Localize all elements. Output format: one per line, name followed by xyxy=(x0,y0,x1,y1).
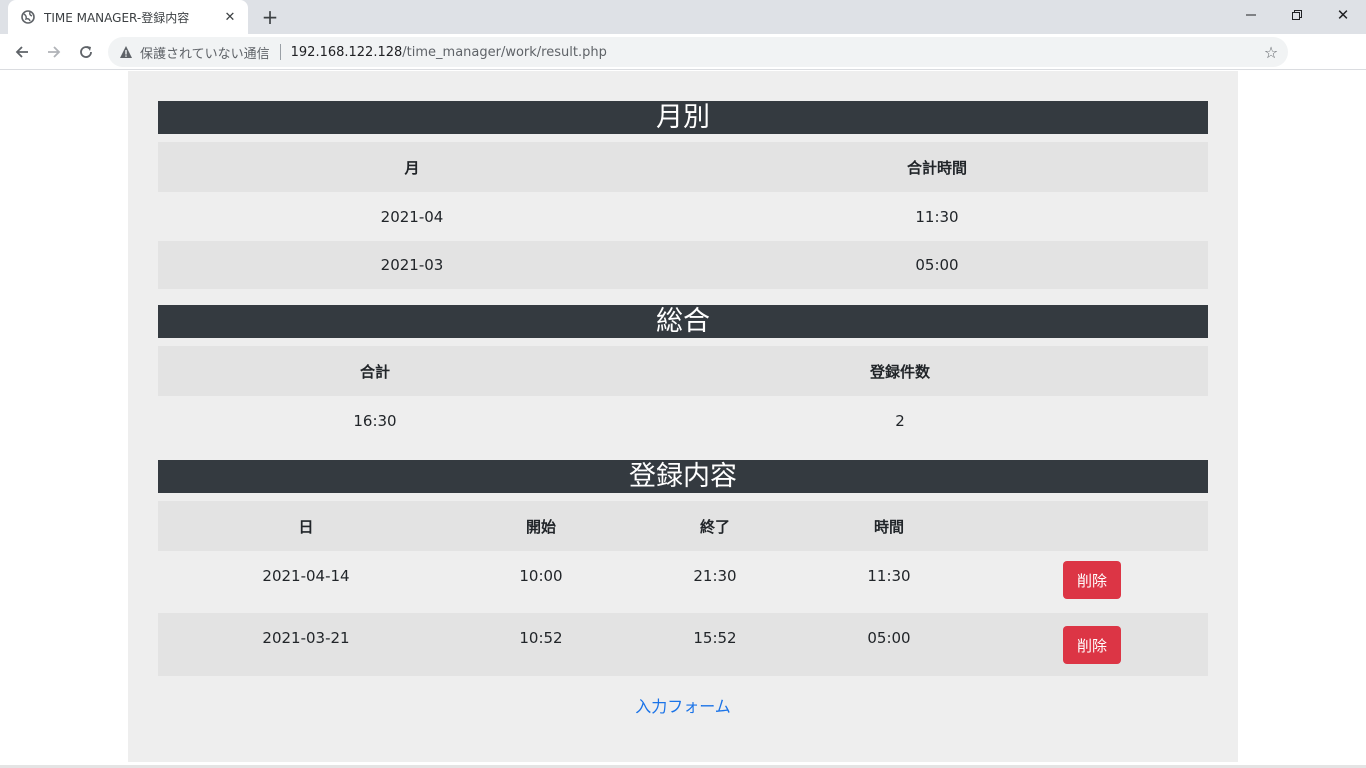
restore-icon[interactable] xyxy=(1274,0,1320,30)
address-bar[interactable]: 保護されていない通信 192.168.122.128/time_manager/… xyxy=(108,37,1288,67)
actions-cell: 削除 xyxy=(976,626,1208,664)
entries-heading: 登録内容 xyxy=(158,460,1208,493)
entry-count-cell: 2 xyxy=(895,411,905,430)
browser-toolbar: 保護されていない通信 192.168.122.128/time_manager/… xyxy=(0,34,1366,98)
tab-strip: TIME MANAGER-登録内容 ✕ + ✕ xyxy=(0,0,1366,34)
table-row: 2021-04 11:30 xyxy=(158,192,1208,241)
end-cell: 21:30 xyxy=(693,567,737,585)
window-close-icon[interactable]: ✕ xyxy=(1320,0,1366,30)
start-cell: 10:00 xyxy=(519,567,563,585)
back-arrow-icon[interactable] xyxy=(8,38,36,66)
new-tab-icon[interactable]: + xyxy=(258,5,282,29)
main-container: 月別 月 合計時間 2021-04 11:30 2021-03 05:00 総合… xyxy=(128,71,1238,762)
date-cell: 2021-03-21 xyxy=(262,629,350,647)
total-heading: 総合 xyxy=(158,305,1208,338)
url-text: 192.168.122.128/time_manager/work/result… xyxy=(291,45,607,60)
minimize-icon[interactable] xyxy=(1228,0,1274,30)
forward-arrow-icon[interactable] xyxy=(40,38,68,66)
duration-cell: 11:30 xyxy=(867,567,911,585)
total-time-cell: 11:30 xyxy=(915,207,959,226)
delete-button[interactable]: 削除 xyxy=(1063,626,1121,664)
month-cell: 2021-03 xyxy=(380,256,444,274)
security-status: 保護されていない通信 xyxy=(140,46,270,62)
start-cell: 10:52 xyxy=(519,629,563,647)
col-start: 開始 xyxy=(525,517,556,536)
monthly-header-row: 月 合計時間 xyxy=(158,142,1208,192)
total-header-row: 合計 登録件数 xyxy=(158,346,1208,396)
globe-icon xyxy=(20,9,36,25)
month-cell: 2021-04 xyxy=(380,207,444,226)
table-row: 16:30 2 xyxy=(158,396,1208,445)
browser-tab[interactable]: TIME MANAGER-登録内容 ✕ xyxy=(8,0,248,34)
tab-title: TIME MANAGER-登録内容 xyxy=(44,10,190,25)
col-month: 月 xyxy=(404,158,420,177)
url-host: 192.168.122.128 xyxy=(290,44,403,60)
table-row: 2021-03 05:00 xyxy=(158,241,1208,289)
col-entry-count: 登録件数 xyxy=(869,362,930,381)
bookmark-star-icon[interactable]: ☆ xyxy=(1262,43,1280,62)
date-cell: 2021-04-14 xyxy=(262,567,350,585)
end-cell: 15:52 xyxy=(693,629,737,647)
url-path: /time_manager/work/result.php xyxy=(402,44,607,60)
col-total-time: 合計時間 xyxy=(906,158,967,177)
entries-header-row: 日 開始 終了 時間 xyxy=(158,501,1208,551)
actions-cell: 削除 xyxy=(976,561,1208,599)
total-time-cell: 05:00 xyxy=(915,256,959,274)
table-row: 2021-03-21 10:52 15:52 05:00 削除 xyxy=(158,613,1208,676)
col-date: 日 xyxy=(298,517,314,536)
tab-close-icon[interactable]: ✕ xyxy=(222,9,238,25)
table-row: 2021-04-14 10:00 21:30 11:30 削除 xyxy=(158,551,1208,613)
monthly-heading: 月別 xyxy=(158,101,1208,134)
duration-cell: 05:00 xyxy=(867,629,911,647)
col-duration: 時間 xyxy=(873,517,904,536)
col-end: 終了 xyxy=(699,517,730,536)
omnibox-divider xyxy=(279,44,281,60)
delete-button[interactable]: 削除 xyxy=(1063,561,1121,599)
input-form-link[interactable]: 入力フォーム xyxy=(128,693,1238,717)
warning-icon[interactable] xyxy=(118,44,134,60)
col-total: 合計 xyxy=(359,362,390,381)
page-viewport: 月別 月 合計時間 2021-04 11:30 2021-03 05:00 総合… xyxy=(0,71,1366,768)
total-cell: 16:30 xyxy=(353,411,397,430)
reload-icon[interactable] xyxy=(72,38,100,66)
